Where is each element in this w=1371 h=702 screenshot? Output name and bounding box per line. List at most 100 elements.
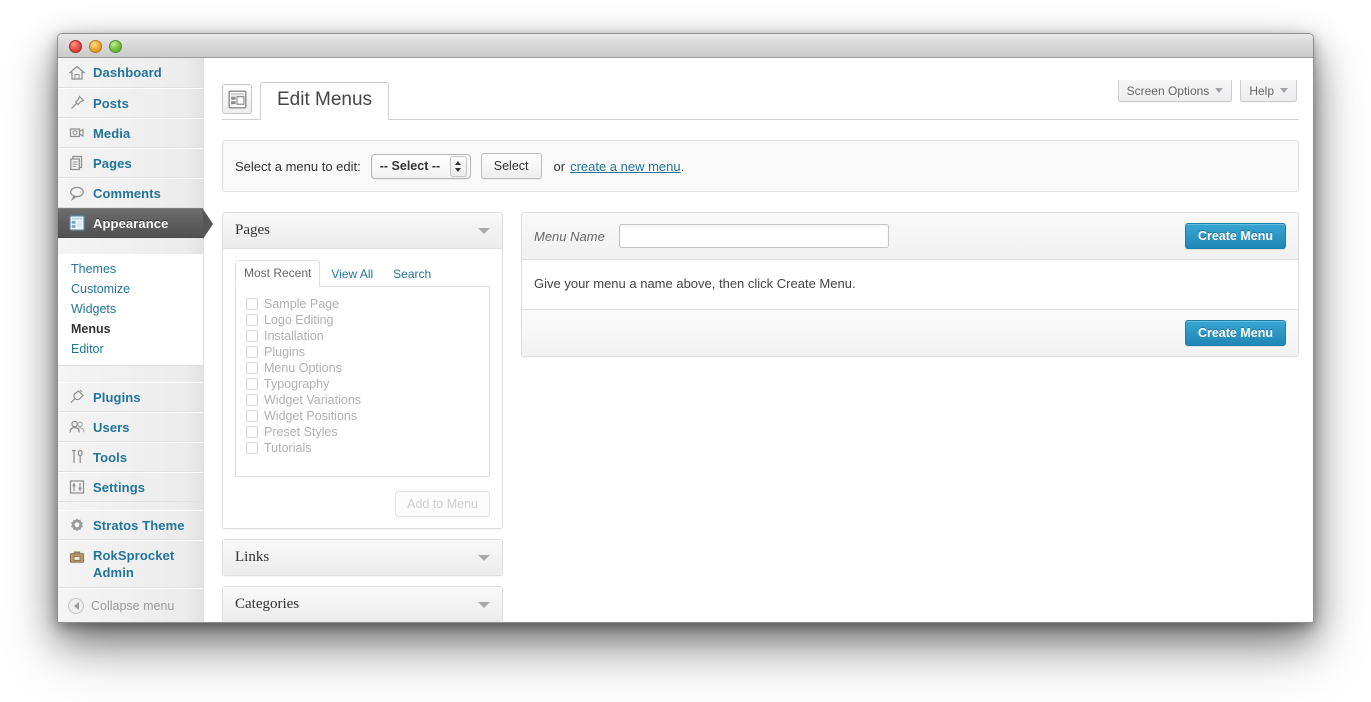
tab-view-all[interactable]: View All <box>322 261 382 287</box>
sidebar-item-users[interactable]: Users <box>58 412 203 442</box>
add-to-menu-button[interactable]: Add to Menu <box>395 491 490 517</box>
submenu-item-customize[interactable]: Customize <box>58 279 203 299</box>
help-button[interactable]: Help <box>1240 80 1297 102</box>
metabox-pages-header[interactable]: Pages <box>223 213 502 249</box>
submenu-item-widgets[interactable]: Widgets <box>58 299 203 319</box>
plug-icon <box>67 387 87 407</box>
sidebar-item-settings[interactable]: Settings <box>58 472 203 502</box>
sidebar-item-plugins[interactable]: Plugins <box>58 382 203 412</box>
chevron-down-icon[interactable] <box>478 555 490 561</box>
list-item[interactable]: Menu Options <box>246 360 479 376</box>
list-item[interactable]: Widget Variations <box>246 392 479 408</box>
submenu-item-editor[interactable]: Editor <box>58 339 203 359</box>
tools-icon <box>67 447 87 467</box>
chevron-down-icon[interactable] <box>478 602 490 608</box>
appearance-layout-icon <box>222 84 252 114</box>
submenu-item-themes[interactable]: Themes <box>58 259 203 279</box>
minimize-button[interactable] <box>89 40 102 53</box>
checkbox[interactable] <box>246 410 258 422</box>
list-item[interactable]: Tutorials <box>246 440 479 456</box>
tab-view-all-label: View All <box>331 267 373 281</box>
sidebar-item-label: Media <box>93 126 130 141</box>
create-menu-button-top[interactable]: Create Menu <box>1185 223 1286 249</box>
submenu-item-menus[interactable]: Menus <box>58 319 203 339</box>
close-button[interactable] <box>69 40 82 53</box>
pages-panel-actions: Add to Menu <box>235 477 490 517</box>
sidebar-item-appearance[interactable]: Appearance <box>58 208 203 238</box>
metabox-links: Links <box>222 539 503 576</box>
sidebar-item-label: Users <box>93 420 130 435</box>
sidebar-item-label: Dashboard <box>93 65 162 80</box>
accordion-column: Pages Most Recent View All Search Sample… <box>222 212 503 623</box>
zoom-button[interactable] <box>109 40 122 53</box>
toolbox-icon <box>67 548 87 568</box>
chevron-down-icon[interactable] <box>478 228 490 234</box>
tab-edit-menus[interactable]: Edit Menus <box>260 82 389 120</box>
checkbox[interactable] <box>246 362 258 374</box>
sidebar-item-stratos-theme[interactable]: Stratos Theme <box>58 510 203 540</box>
menu-select-value: -- Select -- <box>380 159 440 173</box>
gear-icon <box>67 515 87 535</box>
sidebar-item-tools[interactable]: Tools <box>58 442 203 472</box>
list-item[interactable]: Installation <box>246 328 479 344</box>
select-button[interactable]: Select <box>481 153 542 179</box>
menu-name-input[interactable] <box>619 224 889 248</box>
sidebar-item-posts[interactable]: Posts <box>58 88 203 118</box>
create-menu-button-bottom[interactable]: Create Menu <box>1185 320 1286 346</box>
metabox-links-header[interactable]: Links <box>223 540 502 575</box>
metabox-categories-title: Categories <box>235 596 299 613</box>
screen-options-label: Screen Options <box>1127 84 1210 98</box>
list-item-label: Plugins <box>264 345 305 359</box>
main-content: Screen Options Help <box>204 58 1313 623</box>
pages-checkbox-list: Sample Page Logo Editing Installation Pl… <box>235 287 490 477</box>
list-item[interactable]: Logo Editing <box>246 312 479 328</box>
sidebar-item-label: RokSprocket Admin <box>93 547 203 581</box>
sidebar-item-roksprocket-admin[interactable]: RokSprocket Admin <box>58 540 203 588</box>
checkbox[interactable] <box>246 314 258 326</box>
window-titlebar <box>58 34 1313 58</box>
media-camera-icon <box>67 123 87 143</box>
submenu-item-label: Widgets <box>71 302 116 316</box>
sidebar-item-pages[interactable]: Pages <box>58 148 203 178</box>
sidebar-item-comments[interactable]: Comments <box>58 178 203 208</box>
list-item[interactable]: Preset Styles <box>246 424 479 440</box>
list-item-label: Preset Styles <box>264 425 338 439</box>
list-item[interactable]: Plugins <box>246 344 479 360</box>
menu-select-dropdown[interactable]: -- Select -- <box>371 154 471 179</box>
sidebar-item-label: Appearance <box>93 216 168 231</box>
sidebar-item-label: Stratos Theme <box>93 518 185 533</box>
checkbox[interactable] <box>246 442 258 454</box>
period-text: . <box>681 159 685 174</box>
sidebar-item-media[interactable]: Media <box>58 118 203 148</box>
list-item[interactable]: Sample Page <box>246 296 479 312</box>
help-label: Help <box>1249 84 1274 98</box>
submenu-item-label: Editor <box>71 342 104 356</box>
screen-options-button[interactable]: Screen Options <box>1118 80 1233 102</box>
checkbox[interactable] <box>246 298 258 310</box>
tab-most-recent[interactable]: Most Recent <box>235 260 320 287</box>
submenu-item-label: Themes <box>71 262 116 276</box>
list-item-label: Installation <box>264 329 324 343</box>
sidebar-item-dashboard[interactable]: Dashboard <box>58 58 203 88</box>
list-item[interactable]: Widget Positions <box>246 408 479 424</box>
checkbox[interactable] <box>246 394 258 406</box>
sidebar-item-label: Posts <box>93 96 129 111</box>
browser-window: Dashboard Posts <box>57 33 1314 623</box>
collapse-menu-button[interactable]: Collapse menu <box>58 588 203 623</box>
checkbox[interactable] <box>246 378 258 390</box>
menu-select-bar: Select a menu to edit: -- Select -- Sele… <box>222 140 1299 192</box>
metabox-categories-header[interactable]: Categories <box>223 587 502 622</box>
tab-search[interactable]: Search <box>384 261 440 287</box>
checkbox[interactable] <box>246 330 258 342</box>
speech-bubble-icon <box>67 183 87 203</box>
checkbox[interactable] <box>246 346 258 358</box>
pushpin-icon <box>67 93 87 113</box>
submenu-item-label: Menus <box>71 322 111 336</box>
checkbox[interactable] <box>246 426 258 438</box>
list-item[interactable]: Typography <box>246 376 479 392</box>
sidebar-item-label: Tools <box>93 450 127 465</box>
create-new-menu-link[interactable]: create a new menu <box>570 159 681 174</box>
metabox-pages: Pages Most Recent View All Search Sample… <box>222 212 503 529</box>
menu-instructions-text: Give your menu a name above, then click … <box>534 276 856 291</box>
list-item-label: Menu Options <box>264 361 342 375</box>
